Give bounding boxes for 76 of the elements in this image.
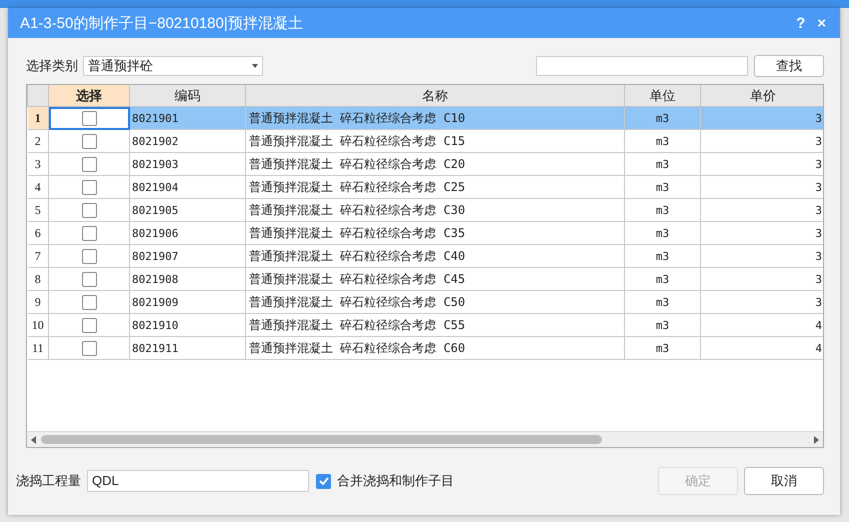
name-cell: 普通预拌混凝土 碎石粒径综合考虑 C20: [246, 152, 624, 176]
row-number: 10: [28, 314, 48, 336]
name-cell: 普通预拌混凝土 碎石粒径综合考虑 C10: [246, 106, 624, 130]
unit-cell: m3: [624, 244, 700, 268]
unit-cell: m3: [624, 314, 700, 336]
unit-cell: m3: [624, 222, 700, 244]
unit-cell: m3: [624, 176, 700, 198]
name-cell: 普通预拌混凝土 碎石粒径综合考虑 C40: [246, 244, 624, 268]
row-number: 1: [28, 106, 48, 130]
name-cell: 普通预拌混凝土 碎石粒径综合考虑 C60: [246, 336, 624, 360]
unit-cell: m3: [624, 290, 700, 314]
code-cell: 8021911: [130, 336, 246, 360]
scroll-left-icon[interactable]: [31, 436, 36, 444]
checkbox[interactable]: [82, 134, 96, 149]
unit-cell: m3: [624, 336, 700, 360]
category-label: 选择类别: [26, 57, 78, 75]
code-cell: 8021909: [130, 290, 246, 314]
column-header[interactable]: 单位: [624, 85, 700, 106]
scroll-right-icon[interactable]: [814, 436, 819, 444]
row-number: 11: [28, 336, 48, 360]
column-header[interactable]: 选择: [48, 85, 130, 106]
code-cell: 8021904: [130, 176, 246, 198]
corner-header: [28, 85, 48, 106]
checkbox[interactable]: [82, 156, 96, 172]
row-number: 8: [28, 268, 48, 290]
code-cell: 8021908: [130, 268, 246, 290]
column-header[interactable]: 名称: [246, 85, 624, 106]
cancel-button[interactable]: 取消: [744, 467, 824, 495]
price-cell: 3: [700, 106, 823, 130]
name-cell: 普通预拌混凝土 碎石粒径综合考虑 C15: [246, 130, 624, 152]
unit-cell: m3: [624, 198, 700, 222]
code-cell: 8021902: [130, 130, 246, 152]
unit-cell: m3: [624, 106, 700, 130]
row-number: 7: [28, 244, 48, 268]
caret-icon: [252, 64, 258, 68]
column-header[interactable]: 单价: [700, 85, 823, 106]
search-field[interactable]: [536, 56, 748, 76]
code-cell: 8021905: [130, 198, 246, 222]
name-cell: 普通预拌混凝土 碎石粒径综合考虑 C45: [246, 268, 624, 290]
quantity-label: 浇捣工程量: [16, 472, 81, 490]
row-number: 4: [28, 176, 48, 198]
name-cell: 普通预拌混凝土 碎石粒径综合考虑 C50: [246, 290, 624, 314]
code-cell: 8021906: [130, 222, 246, 244]
unit-cell: m3: [624, 130, 700, 152]
window-title: A1-3-50的制作子目−80210180|预拌混凝土: [20, 14, 304, 32]
checkbox[interactable]: [82, 226, 96, 241]
checkbox[interactable]: [82, 202, 96, 218]
name-cell: 普通预拌混凝土 碎石粒径综合考虑 C55: [246, 314, 624, 336]
name-cell: 普通预拌混凝土 碎石粒径综合考虑 C25: [246, 176, 624, 198]
column-header[interactable]: 编码: [130, 85, 246, 106]
checkbox[interactable]: [82, 340, 96, 356]
row-number: 6: [28, 222, 48, 244]
category-dropdown[interactable]: 普通预拌砼: [83, 56, 263, 76]
code-cell: 8021901: [130, 106, 246, 130]
merge-label: 合并浇捣和制作子目: [337, 472, 454, 490]
checkbox[interactable]: [82, 294, 96, 310]
row-number: 2: [28, 130, 48, 152]
horizontal-scrollbar[interactable]: [27, 431, 823, 447]
checkbox[interactable]: [82, 110, 96, 126]
unit-cell: m3: [624, 152, 700, 176]
quantity-field[interactable]: QDL: [87, 470, 309, 492]
merge-checkbox[interactable]: [316, 474, 331, 488]
name-cell: 普通预拌混凝土 碎石粒径综合考虑 C30: [246, 198, 624, 222]
row-number: 5: [28, 198, 48, 222]
checkbox[interactable]: [82, 180, 96, 195]
code-cell: 8021910: [130, 314, 246, 336]
search-button[interactable]: 查找: [754, 55, 824, 77]
row-number: 3: [28, 152, 48, 176]
checkbox[interactable]: [82, 272, 96, 287]
checkbox[interactable]: [82, 248, 96, 264]
code-cell: 8021903: [130, 152, 246, 176]
row-number: 9: [28, 290, 48, 314]
checkbox[interactable]: [82, 318, 96, 333]
code-cell: 8021907: [130, 244, 246, 268]
unit-cell: m3: [624, 268, 700, 290]
name-cell: 普通预拌混凝土 碎石粒径综合考虑 C35: [246, 222, 624, 244]
